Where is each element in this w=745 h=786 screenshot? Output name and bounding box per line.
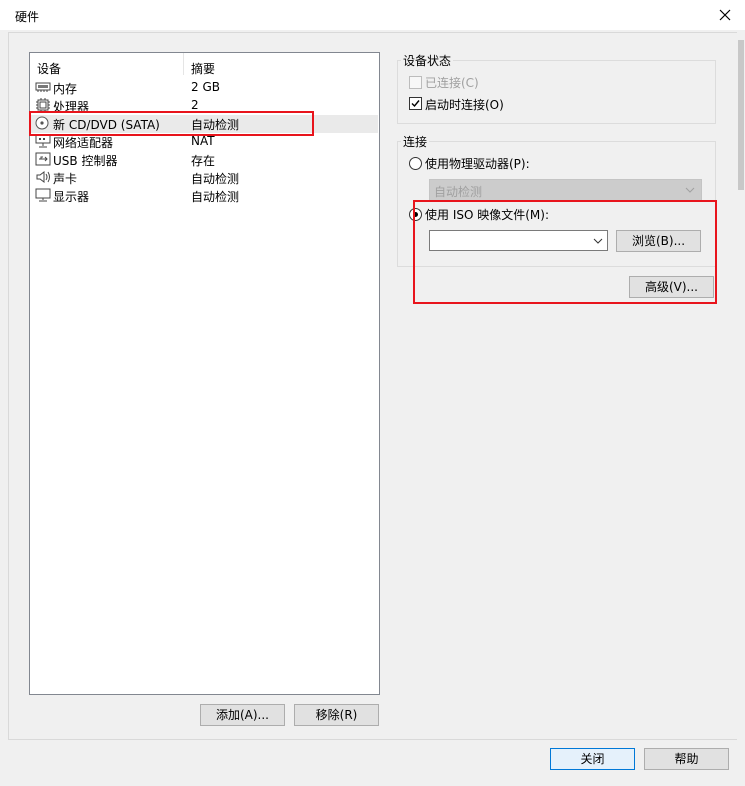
column-header-summary[interactable]: 摘要 [191,60,215,77]
connected-checkbox[interactable] [409,76,422,89]
device-status-title: 设备状态 [401,52,454,69]
device-row-usb[interactable]: USB 控制器 存在 [35,151,378,169]
device-name: 声卡 [53,172,78,186]
connect-on-power-checkbox[interactable] [409,97,422,110]
device-summary: 自动检测 [191,190,240,204]
close-icon[interactable] [712,2,738,28]
help-button[interactable]: 帮助 [644,748,729,770]
usb-icon [35,152,51,166]
device-status-group [397,60,716,124]
physical-drive-radio[interactable] [409,157,422,170]
device-summary: 2 GB [191,80,220,94]
device-row-display[interactable]: 显示器 自动检测 [35,187,378,205]
connection-title: 连接 [401,133,430,150]
remove-device-label: 移除(R) [315,708,358,722]
connect-on-power-label: 启动时连接(O) [425,98,504,112]
add-device-button[interactable]: 添加(A)... [200,704,285,726]
chevron-down-icon [685,187,695,193]
scrollbar-thumb[interactable] [738,40,744,190]
device-summary: 自动检测 [191,172,240,186]
remove-device-button[interactable]: 移除(R) [294,704,379,726]
add-device-label: 添加(A)... [215,708,270,722]
column-header-device[interactable]: 设备 [37,60,61,77]
window-title: 硬件 [15,10,40,24]
device-row-sound[interactable]: 声卡 自动检测 [35,169,378,187]
device-name: USB 控制器 [53,154,118,168]
device-name: 网络适配器 [53,136,114,150]
help-label: 帮助 [674,752,699,766]
device-summary: 2 [191,98,199,112]
memory-icon [35,80,51,94]
device-name: 内存 [53,82,78,96]
column-separator [183,53,184,75]
connected-label: 已连接(C) [425,76,479,90]
highlight-box-cd-dvd [29,111,314,136]
network-adapter-icon [35,134,51,148]
device-summary: NAT [191,134,215,148]
close-label: 关闭 [580,752,605,766]
physical-drive-label: 使用物理驱动器(P): [425,157,530,171]
checkmark-icon [411,100,420,108]
title-bar [0,0,745,30]
drive-select-value: 自动检测 [434,185,483,199]
highlight-box-iso [413,200,717,304]
device-summary: 存在 [191,154,216,168]
device-name: 显示器 [53,190,90,204]
drive-select[interactable]: 自动检测 [429,179,702,201]
close-button[interactable]: 关闭 [550,748,635,770]
monitor-icon [35,188,51,202]
cpu-icon [35,98,51,112]
sound-icon [35,170,51,184]
device-row-memory[interactable]: 内存 2 GB [35,79,378,97]
